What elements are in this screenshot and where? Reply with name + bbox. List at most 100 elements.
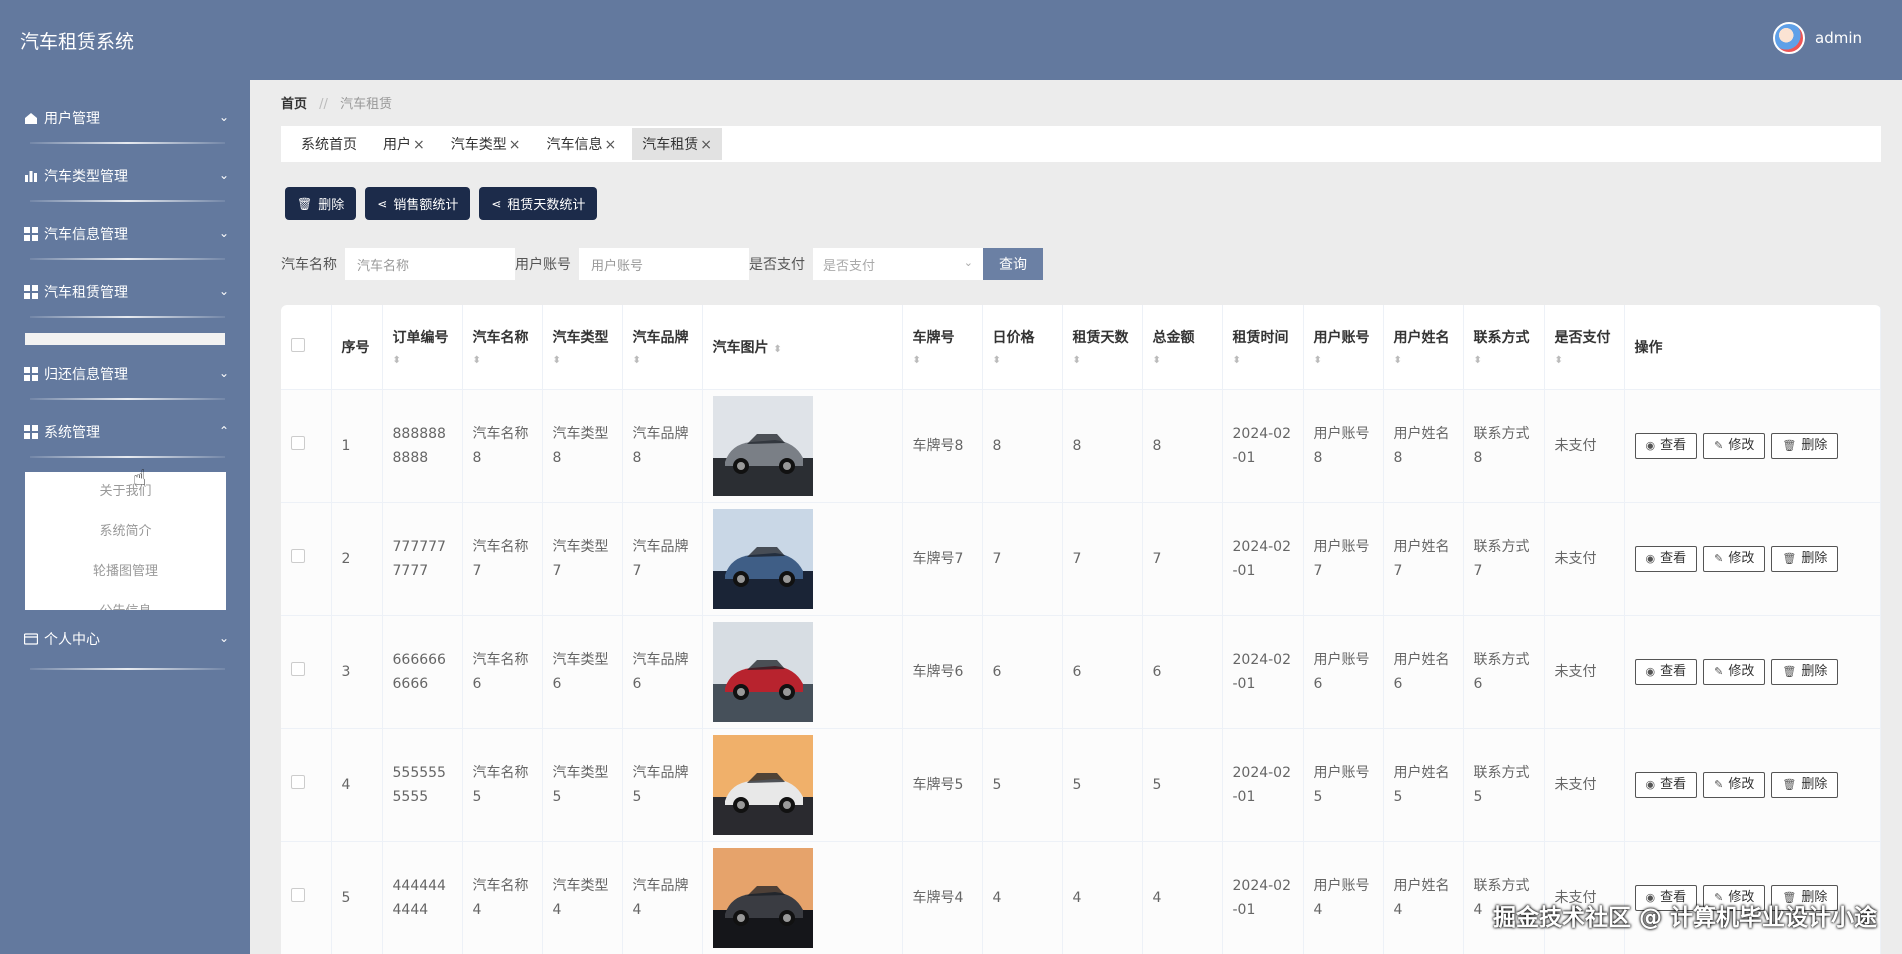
menu-divider [30, 316, 225, 318]
breadcrumb-home[interactable]: 首页 [281, 97, 307, 112]
row-select-cell [281, 728, 332, 842]
delete-row-button[interactable]: 🗑 删除 [1771, 432, 1839, 459]
car-name-input[interactable]: 汽车名称 [345, 248, 515, 280]
row-checkbox[interactable] [291, 774, 305, 789]
view-button[interactable]: ◉ 查看 [1634, 658, 1698, 685]
row-checkbox[interactable] [291, 548, 305, 563]
row-checkbox[interactable] [291, 887, 305, 902]
cell-total-amount: 5 [1142, 728, 1223, 842]
sidebar-item-system-management[interactable]: 系统管理 ⌃ [24, 418, 229, 446]
grid-icon [24, 425, 38, 439]
view-button[interactable]: ◉ 查看 [1634, 545, 1698, 572]
column-header[interactable]: 日价格 ⬍ [982, 305, 1063, 390]
tab-car-info[interactable]: 汽车信息 × [536, 128, 626, 160]
sidebar-item-user-management[interactable]: 用户管理 ⌄ [24, 104, 229, 132]
cell-index: 2 [331, 502, 383, 616]
menu-divider [30, 200, 225, 202]
sort-icon[interactable]: ⬍ [1153, 355, 1212, 366]
row-checkbox[interactable] [291, 661, 305, 676]
row-checkbox[interactable] [291, 435, 305, 450]
column-header[interactable]: 汽车品牌 ⬍ [622, 305, 703, 390]
column-header: 操作 [1624, 305, 1881, 390]
tab-system-home[interactable]: 系统首页 [291, 128, 367, 160]
cell-car-type: 汽车类型7 [542, 502, 623, 616]
close-icon[interactable]: × [700, 137, 712, 153]
edit-button[interactable]: ✎ 修改 [1703, 432, 1766, 459]
sort-icon[interactable]: ⬍ [1555, 355, 1614, 366]
close-icon[interactable]: × [413, 137, 425, 153]
column-header[interactable]: 是否支付 ⬍ [1544, 305, 1625, 390]
account-input[interactable]: 用户账号 [579, 248, 749, 280]
user-menu[interactable]: admin [1773, 22, 1862, 54]
cell-car-brand: 汽车品牌8 [622, 389, 703, 503]
sort-icon[interactable]: ⬍ [993, 355, 1052, 366]
select-all-checkbox[interactable] [291, 337, 305, 352]
sort-icon[interactable]: ⬍ [473, 355, 532, 366]
sidebar-item-return-management[interactable]: 归还信息管理 ⌄ [24, 360, 229, 388]
sort-icon[interactable]: ⬍ [633, 355, 692, 366]
delete-row-button[interactable]: 🗑 删除 [1771, 658, 1839, 685]
sort-icon[interactable]: ⬍ [393, 355, 452, 366]
column-header[interactable]: 汽车类型 ⬍ [542, 305, 623, 390]
close-icon[interactable]: × [509, 137, 521, 153]
submenu-item-notice[interactable]: 公告信息 [25, 592, 226, 610]
submenu-item-intro[interactable]: 系统简介 [25, 512, 226, 552]
rental-days-stats-button[interactable]: ⋖ 租赁天数统计 [479, 187, 598, 220]
delete-row-button[interactable]: 🗑 删除 [1771, 545, 1839, 572]
cell-car-image [702, 502, 903, 616]
edit-button[interactable]: ✎ 修改 [1703, 771, 1766, 798]
delete-row-button[interactable]: 🗑 删除 [1771, 771, 1839, 798]
query-button[interactable]: 查询 [983, 248, 1043, 280]
car-image[interactable] [712, 847, 813, 948]
sort-icon[interactable]: ⬍ [1474, 355, 1534, 366]
edit-button[interactable]: ✎ 修改 [1703, 658, 1766, 685]
sort-icon[interactable]: ⬍ [1233, 355, 1293, 366]
car-image[interactable] [712, 395, 813, 496]
car-image[interactable] [712, 508, 813, 609]
sort-icon[interactable]: ⬍ [913, 355, 972, 366]
column-header[interactable]: 用户账号 ⬍ [1303, 305, 1384, 390]
edit-button[interactable]: ✎ 修改 [1703, 545, 1766, 572]
tab-car-type[interactable]: 汽车类型 × [441, 128, 531, 160]
column-header[interactable]: 租赁天数 ⬍ [1062, 305, 1143, 390]
column-header[interactable]: 租赁时间 ⬍ [1222, 305, 1304, 390]
tab-car-rental[interactable]: 汽车租赁 × [632, 128, 722, 160]
column-header[interactable]: 汽车名称 ⬍ [462, 305, 543, 390]
avatar[interactable] [1773, 22, 1805, 54]
cell-paid-status: 未支付 [1544, 615, 1625, 729]
chevron-down-icon: ⌄ [218, 284, 229, 298]
column-header[interactable]: 用户姓名 ⬍ [1383, 305, 1464, 390]
tab-user[interactable]: 用户 × [373, 128, 435, 160]
paid-select[interactable]: 是否支付 ⌄ [813, 248, 983, 280]
sales-stats-button[interactable]: ⋖ 销售额统计 [365, 187, 471, 220]
view-button[interactable]: ◉ 查看 [1634, 771, 1698, 798]
column-header[interactable]: 总金额 ⬍ [1142, 305, 1223, 390]
close-icon[interactable]: × [604, 137, 616, 153]
submenu-item-carousel[interactable]: 轮播图管理 [25, 552, 226, 592]
column-header[interactable]: 汽车图片 ⬍ [702, 305, 903, 390]
sort-icon[interactable]: ⬍ [773, 344, 781, 355]
sort-icon[interactable]: ⬍ [1073, 355, 1132, 366]
sidebar-item-car-rental-management[interactable]: 汽车租赁管理 ⌄ [24, 278, 229, 306]
username[interactable]: admin [1815, 29, 1862, 47]
submenu-item-about[interactable]: 关于我们 [25, 472, 226, 512]
sort-icon[interactable]: ⬍ [1314, 355, 1373, 366]
sort-icon[interactable]: ⬍ [1394, 355, 1453, 366]
column-header[interactable]: 订单编号 ⬍ [382, 305, 463, 390]
column-header[interactable]: 联系方式 ⬍ [1463, 305, 1545, 390]
sidebar-item-car-type-management[interactable]: 汽车类型管理 ⌄ [24, 162, 229, 190]
sort-icon[interactable]: ⬍ [553, 355, 612, 366]
view-button[interactable]: ◉ 查看 [1634, 432, 1698, 459]
column-header[interactable]: 车牌号 ⬍ [902, 305, 983, 390]
breadcrumb-separator: // [319, 97, 328, 112]
eye-icon: ◉ [1645, 664, 1656, 678]
delete-button[interactable]: 🗑 删除 [285, 187, 357, 220]
sidebar-item-car-info-management[interactable]: 汽车信息管理 ⌄ [24, 220, 229, 248]
cell-car-name: 汽车名称8 [462, 389, 543, 503]
car-image[interactable] [712, 621, 813, 722]
tab-label: 汽车信息 [546, 137, 603, 153]
menu-divider [30, 398, 225, 400]
column-header: 序号 [331, 305, 383, 390]
sidebar-item-personal-center[interactable]: 个人中心 ⌄ [24, 625, 229, 653]
car-image[interactable] [712, 734, 813, 835]
